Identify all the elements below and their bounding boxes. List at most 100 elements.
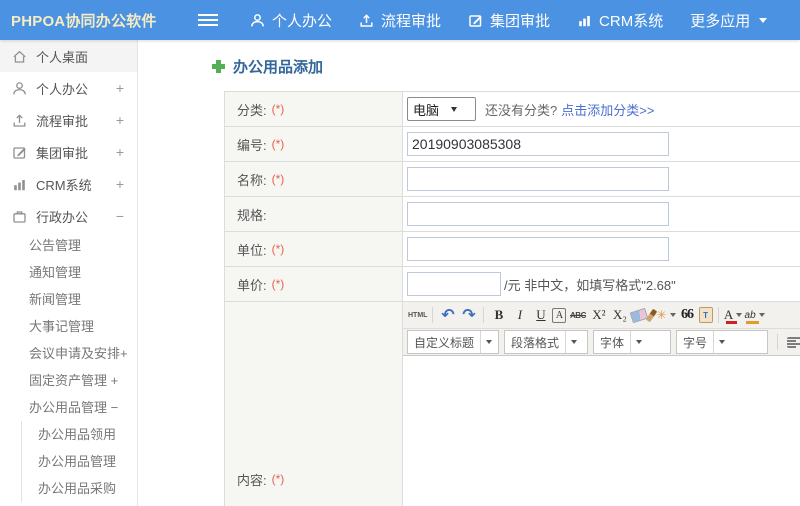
subitem-fixed-assets-mgmt[interactable]: 固定资产管理 + xyxy=(0,367,137,394)
sidebar-item-label: CRM系统 xyxy=(36,177,92,193)
underline-button[interactable]: U xyxy=(531,306,550,325)
app-logo[interactable]: PHPOA协同办公软件 xyxy=(0,10,186,31)
page-title-text: 办公用品添加 xyxy=(233,59,324,76)
sidebar-item-label: 行政办公 xyxy=(36,209,89,225)
expand-plus[interactable]: + xyxy=(116,144,124,160)
align-left-button[interactable] xyxy=(787,336,800,348)
nav-workflow-approval[interactable]: 流程审批 xyxy=(359,10,441,31)
remove-format-eraser-button[interactable] xyxy=(630,307,649,323)
sidebar-item-desktop[interactable]: 个人桌面 xyxy=(0,40,137,72)
spec-input[interactable] xyxy=(407,202,669,226)
nav-label: 集团审批 xyxy=(490,12,551,30)
sidebar-item-label: 个人桌面 xyxy=(36,49,89,65)
required-mark: (*) xyxy=(271,472,285,486)
font-color-button[interactable]: A xyxy=(723,305,743,325)
subitem-news-mgmt[interactable]: 新闻管理 xyxy=(0,286,137,313)
collapse-minus[interactable]: − xyxy=(116,208,124,224)
sidebar-item-admin-office[interactable]: 行政办公 − xyxy=(0,200,137,232)
form-row-name: 名称: (*) xyxy=(225,162,800,197)
hamburger-menu-icon[interactable] xyxy=(198,13,218,27)
emoticon-button[interactable]: ✳ xyxy=(656,306,675,325)
bold-button[interactable]: B xyxy=(489,306,508,325)
editor-content-area[interactable] xyxy=(403,356,800,506)
subitem-notice-mgmt[interactable]: 通知管理 xyxy=(0,259,137,286)
nav-crm-system[interactable]: CRM系统 xyxy=(577,10,663,31)
undo-button[interactable]: ↶ xyxy=(438,306,457,325)
category-select[interactable]: 电脑 xyxy=(407,97,476,121)
top-header: PHPOA协同办公软件 个人办公 流程审批 集团审批 CRM系统 更多应用 xyxy=(0,0,800,40)
code-input[interactable] xyxy=(407,132,669,156)
add-category-link[interactable]: 点击添加分类>> xyxy=(561,100,654,119)
expand-plus[interactable]: + xyxy=(116,112,124,128)
person-icon xyxy=(251,13,264,26)
superscript-button[interactable]: X² xyxy=(589,306,608,325)
nav-label: 更多应用 xyxy=(690,12,751,30)
person-icon xyxy=(13,81,26,94)
subitem-events-mgmt[interactable]: 大事记管理 xyxy=(0,313,137,340)
select-caret-icon xyxy=(451,106,458,112)
font-size-select[interactable]: 字号 xyxy=(676,330,768,354)
nav-label: CRM系统 xyxy=(599,12,664,30)
subscript-button[interactable]: X₂ xyxy=(610,306,629,325)
expand-plus[interactable]: + xyxy=(116,80,124,96)
bar-chart-icon xyxy=(14,179,25,190)
toolbar-separator xyxy=(717,307,719,323)
required-mark: (*) xyxy=(271,102,285,116)
expand-plus[interactable]: + xyxy=(116,176,124,192)
add-plus-icon xyxy=(212,60,225,73)
sidebar-item-label: 流程审批 xyxy=(36,113,89,129)
required-mark: (*) xyxy=(271,137,285,151)
nav-group-approval[interactable]: 集团审批 xyxy=(468,10,550,31)
add-supplies-form: 分类: (*) 电脑 还没有分类? 点击添加分类>> 编号: (*) 20190… xyxy=(224,91,800,506)
sidebar-item-workflow-approval[interactable]: 流程审批 + xyxy=(0,104,137,136)
category-hint: 还没有分类? xyxy=(485,102,558,118)
sidebar-item-group-approval[interactable]: 集团审批 + xyxy=(0,136,137,168)
form-row-code: 编号: (*) xyxy=(225,127,800,162)
price-input[interactable] xyxy=(407,272,501,296)
strikethrough-button[interactable]: ABC xyxy=(568,306,587,325)
highlight-color-button[interactable]: ab xyxy=(744,305,765,325)
field-label: 规格: xyxy=(237,207,267,223)
upload-icon xyxy=(360,13,373,27)
custom-heading-select[interactable]: 自定义标题 xyxy=(407,330,499,354)
field-label: 分类: xyxy=(237,102,267,118)
subitem-supplies-purchase[interactable]: 办公用品采购 xyxy=(22,475,137,502)
font-box-button[interactable]: A xyxy=(552,307,567,323)
name-input[interactable] xyxy=(407,167,669,191)
subitem-announcement-mgmt[interactable]: 公告管理 xyxy=(0,232,137,259)
paragraph-format-select[interactable]: 段落格式 xyxy=(504,330,588,354)
redo-button[interactable]: ↷ xyxy=(459,306,478,325)
subitem-meeting-mgmt[interactable]: 会议申请及安排+ xyxy=(0,340,137,367)
sidebar-item-crm[interactable]: CRM系统 + xyxy=(0,168,137,200)
editor-toolbar-row2: 自定义标题 段落格式 字体 字号 xyxy=(403,329,800,356)
font-family-select[interactable]: 字体 xyxy=(593,330,671,354)
form-row-content: 内容: (*) HTML ↶ ↷ B I U A ABC X² X₂ ✳ 66 T Aab 自定义标题 xyxy=(225,302,800,506)
nav-personal-office[interactable]: 个人办公 xyxy=(250,10,332,31)
subitem-supplies-requisition[interactable]: 办公用品领用 xyxy=(22,421,137,448)
price-format-hint: /元 非中文，如填写格式"2.68" xyxy=(504,277,676,293)
unit-input[interactable] xyxy=(407,237,669,261)
sidebar-item-personal-office[interactable]: 个人办公 + xyxy=(0,72,137,104)
field-label: 单位: xyxy=(237,242,267,258)
subitem-supplies-mgmt[interactable]: 办公用品管理 xyxy=(22,448,137,475)
home-icon xyxy=(13,50,26,63)
select-caret-icon xyxy=(713,331,729,353)
nav-label: 个人办公 xyxy=(272,12,333,30)
form-row-category: 分类: (*) 电脑 还没有分类? 点击添加分类>> xyxy=(225,92,800,127)
edit-icon xyxy=(13,146,26,159)
blockquote-button[interactable]: 66 xyxy=(678,306,697,325)
nav-more-apps[interactable]: 更多应用 xyxy=(690,10,768,31)
field-label: 单价: xyxy=(237,277,267,293)
paste-as-text-button[interactable]: T xyxy=(698,307,713,323)
required-mark: (*) xyxy=(271,242,285,256)
html-source-button[interactable]: HTML xyxy=(408,306,427,325)
office-supplies-submenu: 办公用品领用 办公用品管理 办公用品采购 xyxy=(21,421,137,502)
subitem-office-supplies-mgmt[interactable]: 办公用品管理 − xyxy=(0,394,137,421)
italic-button[interactable]: I xyxy=(510,306,529,325)
editor-toolbar-row1: HTML ↶ ↷ B I U A ABC X² X₂ ✳ 66 T Aab xyxy=(403,302,800,329)
sidebar-item-label: 个人办公 xyxy=(36,81,89,97)
select-caret-icon xyxy=(565,331,581,353)
top-navigation: 个人办公 流程审批 集团审批 CRM系统 更多应用 xyxy=(250,10,768,31)
select-caret-icon xyxy=(630,331,646,353)
toolbar-separator xyxy=(432,307,434,323)
